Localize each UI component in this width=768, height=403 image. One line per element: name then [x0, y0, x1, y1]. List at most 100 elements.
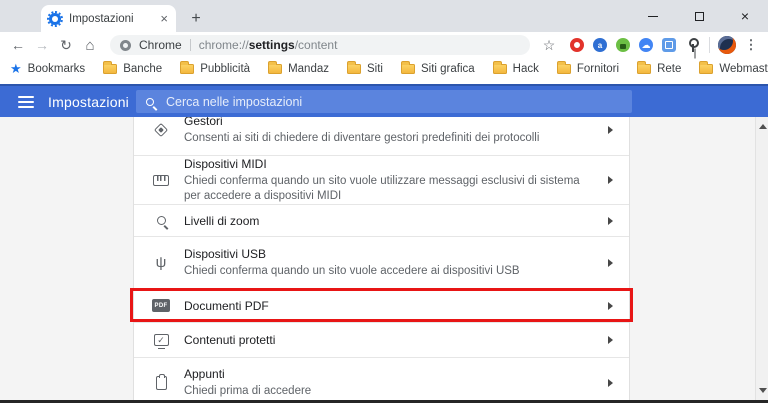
row-text: Documenti PDF	[184, 299, 608, 313]
search-icon	[146, 98, 154, 106]
page-scrollbar[interactable]	[755, 117, 768, 400]
clipboard-icon	[156, 376, 167, 390]
bookmark-label: Banche	[123, 63, 162, 75]
scroll-up-icon[interactable]	[759, 124, 767, 129]
profile-avatar[interactable]	[718, 36, 736, 54]
bookmark-label: Mandaz	[288, 63, 329, 75]
chevron-right-icon	[608, 126, 613, 134]
settings-row[interactable]: Livelli di zoom	[134, 204, 629, 236]
row-title: Livelli di zoom	[184, 214, 584, 228]
bookmark-item[interactable]: Fornitori	[557, 63, 619, 75]
bookmark-item[interactable]: ★ Bookmarks	[10, 62, 85, 75]
settings-row[interactable]: PDF Documenti PDF	[134, 288, 629, 322]
row-title: Dispositivi USB	[184, 247, 584, 261]
maximize-icon	[695, 12, 704, 21]
row-title: Contenuti protetti	[184, 333, 584, 347]
settings-gear-favicon	[49, 13, 61, 25]
chevron-right-icon	[608, 217, 613, 225]
bookmark-folder-icon	[637, 64, 651, 74]
forward-button[interactable]: →	[30, 34, 54, 56]
settings-row[interactable]: Gestori Consenti ai siti di chiedere di …	[134, 117, 629, 155]
row-icon	[151, 376, 171, 390]
bookmark-folder-icon	[557, 64, 571, 74]
bookmark-item[interactable]: Pubblicità	[180, 63, 250, 75]
row-text: Appunti Chiedi prima di accedere	[184, 367, 608, 399]
bookmark-item[interactable]: Siti grafica	[401, 63, 475, 75]
chrome-page-icon	[120, 40, 131, 51]
row-text: Gestori Consenti ai siti di chiedere di …	[184, 117, 608, 146]
row-title: Documenti PDF	[184, 299, 584, 313]
row-text: Contenuti protetti	[184, 333, 608, 347]
tab-close-icon[interactable]: ×	[160, 12, 168, 25]
bookmark-folder-icon	[103, 64, 117, 74]
close-button[interactable]: ×	[722, 0, 768, 32]
settings-search-input[interactable]: Cerca nelle impostazioni	[136, 90, 632, 113]
settings-rows: Gestori Consenti ai siti di chiedere di …	[134, 117, 629, 400]
chevron-right-icon	[608, 302, 613, 310]
key-extension-icon[interactable]	[685, 38, 699, 52]
bookmark-folder-icon	[347, 64, 361, 74]
browser-window: Impostazioni × + × ← → ↻ ⌂ Chrome chrome…	[0, 0, 768, 403]
bookmark-star-icon[interactable]: ☆	[538, 37, 560, 54]
blue-extension-icon[interactable]: a	[593, 38, 607, 52]
protocol-handler-icon	[154, 123, 168, 137]
bookmark-item[interactable]: Siti	[347, 63, 383, 75]
zoom-icon	[157, 216, 166, 225]
row-icon	[151, 175, 171, 186]
bookmark-folder-icon	[699, 64, 713, 74]
bookmark-label: Webmaster	[719, 63, 768, 75]
bookmark-label: Siti	[367, 63, 383, 75]
tag-extension-icon[interactable]	[662, 38, 676, 52]
row-text: Dispositivi MIDI Chiedi conferma quando …	[184, 157, 608, 203]
protected-icon: ✓	[154, 334, 169, 346]
minimize-button[interactable]	[630, 0, 676, 32]
hamburger-menu-icon[interactable]	[18, 96, 34, 108]
row-title: Appunti	[184, 367, 584, 381]
bookmark-item[interactable]: Rete	[637, 63, 681, 75]
back-button[interactable]: ←	[6, 34, 30, 56]
bookmark-item[interactable]: Webmaster	[699, 63, 768, 75]
bookmark-label: Siti grafica	[421, 63, 475, 75]
green-lock-extension-icon[interactable]	[616, 38, 630, 52]
bookmark-item[interactable]: Mandaz	[268, 63, 329, 75]
chevron-right-icon	[608, 379, 613, 387]
red-extension-icon[interactable]	[570, 38, 584, 52]
bookmarks-list: ★ Bookmarks Banche Pubblicità Mandaz Sit…	[10, 62, 768, 75]
settings-row[interactable]: Appunti Chiedi prima di accedere	[134, 357, 629, 400]
bookmark-item[interactable]: Banche	[103, 63, 162, 75]
url-host: settings	[249, 38, 295, 52]
settings-row[interactable]: ✓ Contenuti protetti	[134, 322, 629, 357]
new-tab-button[interactable]: +	[185, 8, 207, 30]
cloud-extension-icon[interactable]: ☁	[639, 38, 653, 52]
chevron-right-icon	[608, 176, 613, 184]
settings-content: Gestori Consenti ai siti di chiedere di …	[0, 117, 768, 400]
reload-button[interactable]: ↻	[54, 34, 78, 56]
row-icon	[151, 125, 171, 135]
bookmark-folder-icon	[268, 64, 282, 74]
row-icon	[151, 216, 171, 225]
browser-toolbar: ← → ↻ ⌂ Chrome chrome://settings/content…	[0, 32, 768, 58]
url-path: /content	[295, 38, 338, 52]
omnibox-separator	[190, 39, 191, 51]
home-button[interactable]: ⌂	[78, 34, 102, 56]
row-icon: ✓	[151, 334, 171, 346]
settings-row[interactable]: ψ Dispositivi USB Chiedi conferma quando…	[134, 236, 629, 288]
usb-icon: ψ	[156, 255, 167, 270]
settings-card: Gestori Consenti ai siti di chiedere di …	[133, 117, 630, 400]
settings-row[interactable]: Dispositivi MIDI Chiedi conferma quando …	[134, 155, 629, 204]
bookmark-item[interactable]: Hack	[493, 63, 539, 75]
tab-title: Impostazioni	[69, 13, 156, 25]
address-bar[interactable]: Chrome chrome://settings/content	[110, 35, 530, 55]
chevron-right-icon	[608, 259, 613, 267]
extensions-area: a ☁	[570, 38, 699, 52]
bookmark-folder-icon	[180, 64, 194, 74]
chrome-menu-icon[interactable]: ⋮	[744, 37, 758, 53]
toolbar-divider	[709, 37, 710, 53]
browser-tab[interactable]: Impostazioni ×	[41, 5, 176, 32]
window-controls: ×	[630, 0, 768, 32]
maximize-button[interactable]	[676, 0, 722, 32]
minimize-icon	[648, 16, 658, 17]
bookmark-label: Hack	[513, 63, 539, 75]
scroll-down-icon[interactable]	[759, 388, 767, 393]
bookmark-folder-icon	[493, 64, 507, 74]
